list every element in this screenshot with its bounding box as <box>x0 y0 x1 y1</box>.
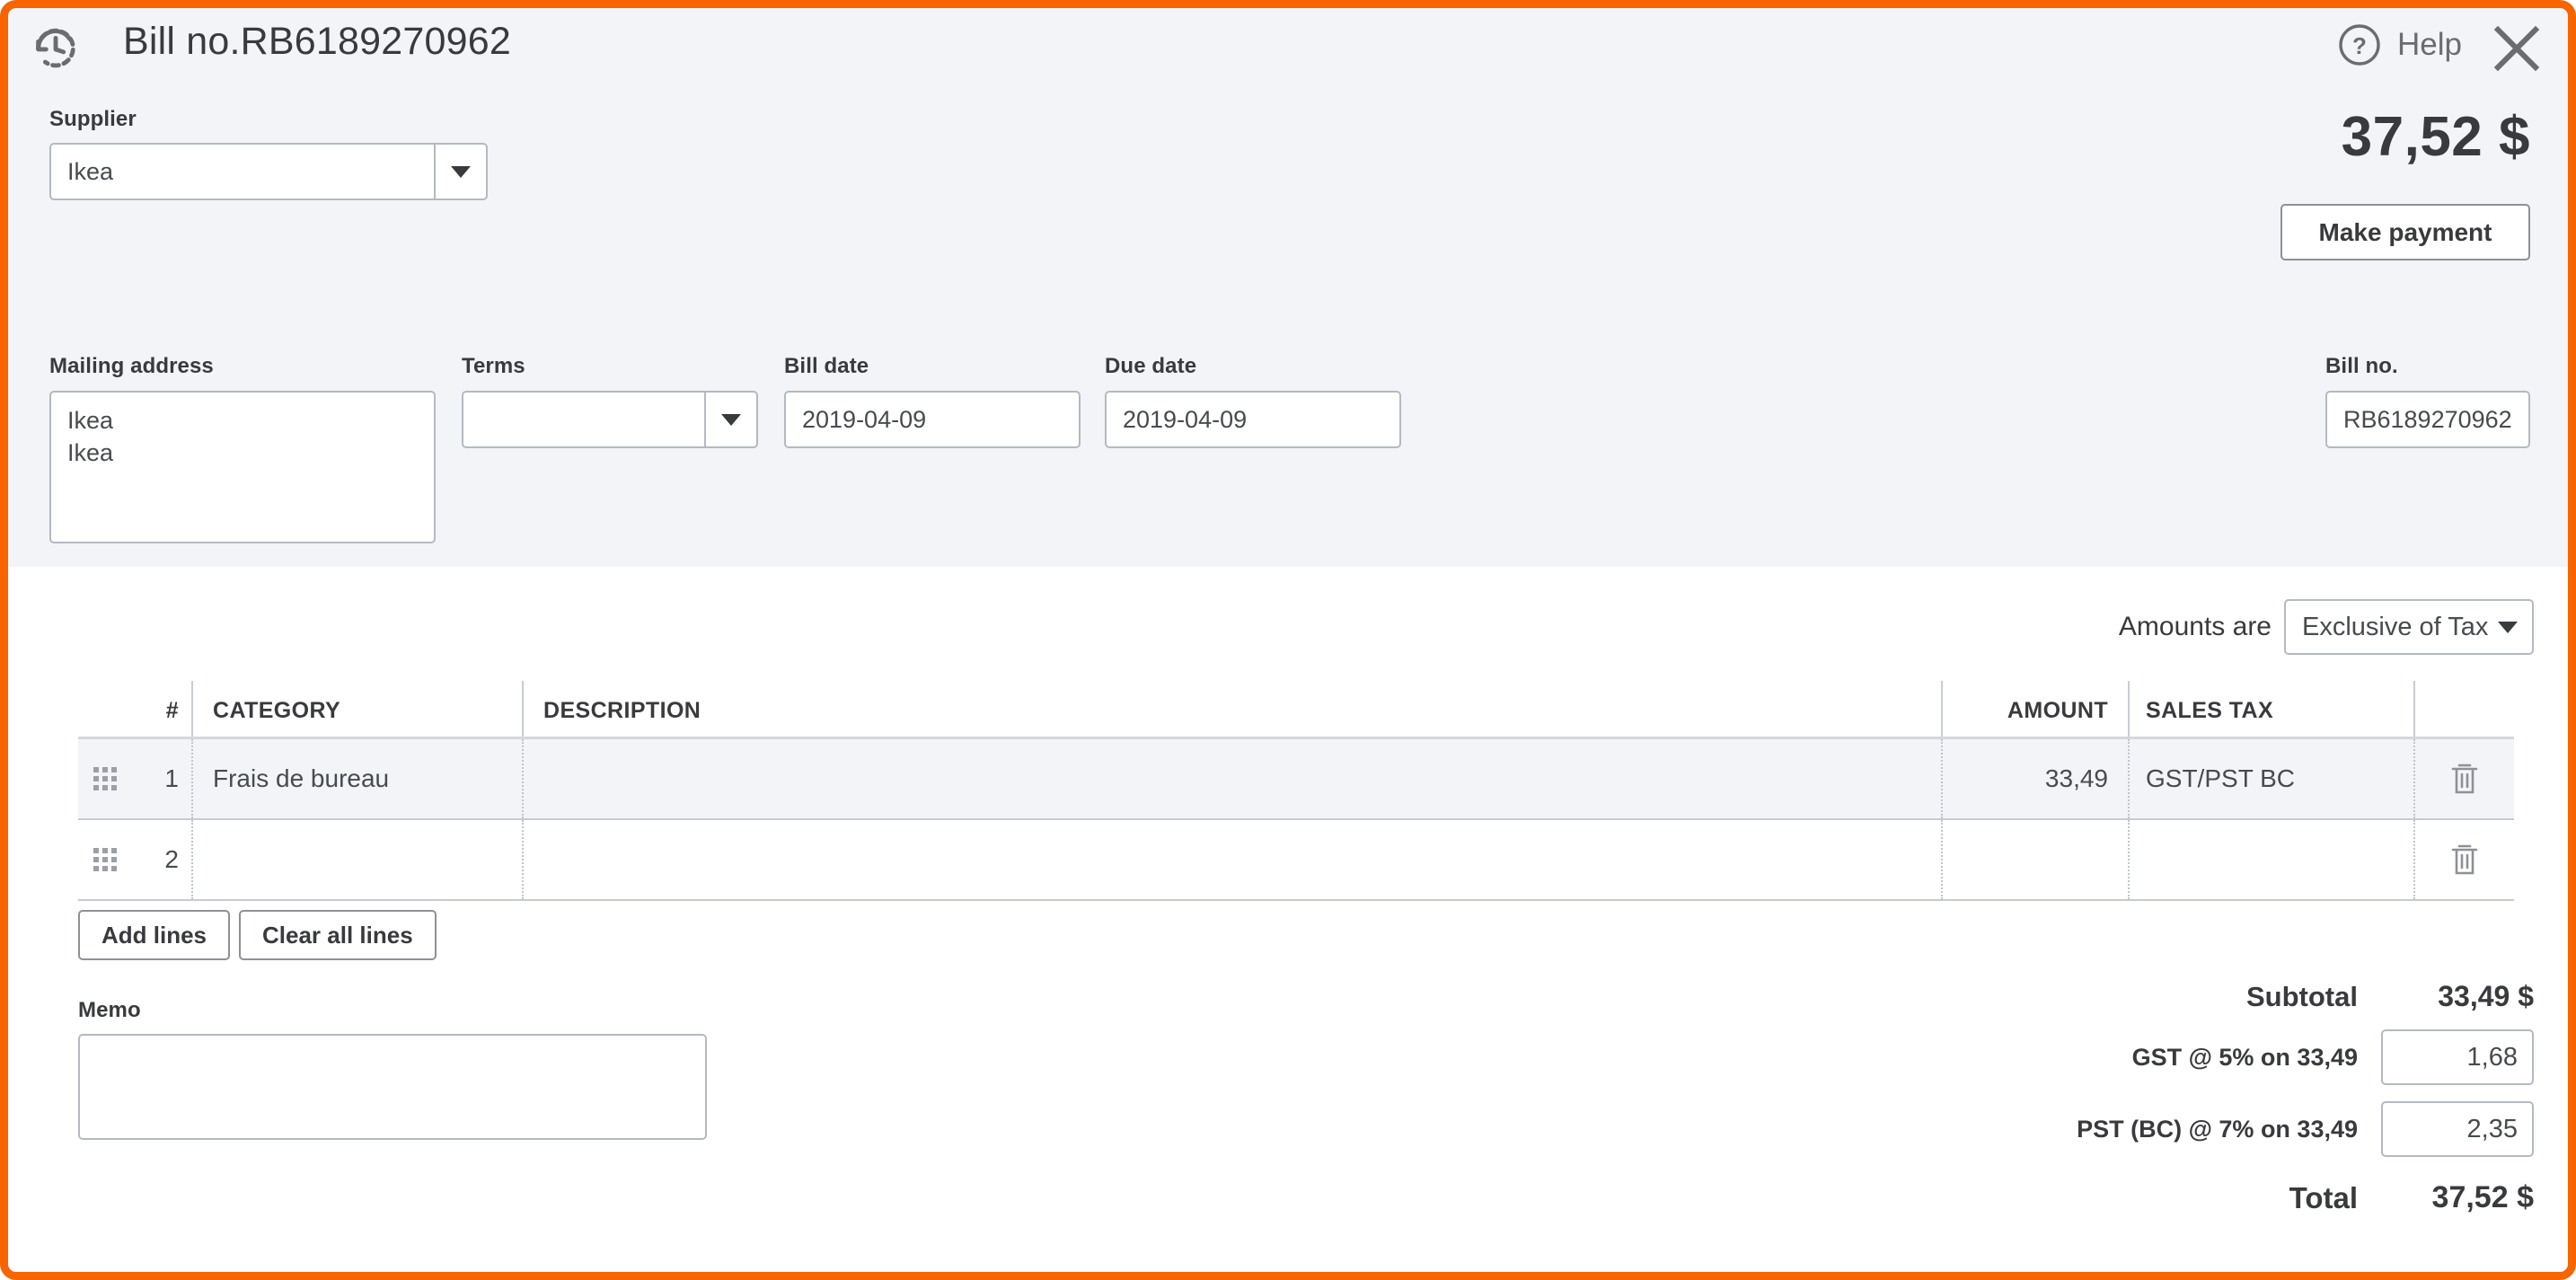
add-lines-button[interactable]: Add lines <box>78 910 231 960</box>
terms-input[interactable] <box>462 391 758 448</box>
due-date-label: Due date <box>1105 354 1197 378</box>
row-delete-button[interactable] <box>2415 762 2514 796</box>
line-actions: Add lines Clear all lines <box>78 910 437 960</box>
terms-label: Terms <box>462 354 525 378</box>
question-circle-icon: ? <box>2337 22 2382 67</box>
svg-text:?: ? <box>2352 32 2367 59</box>
drag-handle-icon[interactable] <box>78 767 132 790</box>
bill-no-input[interactable]: RB6189270962 <box>2325 391 2530 448</box>
table-row[interactable]: 1 Frais de bureau 33,49 GST/PST BC <box>78 739 2514 820</box>
total-label: Total <box>2289 1180 2358 1214</box>
row-num: 2 <box>132 820 193 899</box>
clear-all-lines-button[interactable]: Clear all lines <box>239 910 437 960</box>
gst-input[interactable]: 1,68 <box>2381 1029 2534 1085</box>
tax-mode-value: Exclusive of Tax <box>2302 612 2489 641</box>
bill-date-input[interactable]: 2019-04-09 <box>784 391 1081 448</box>
tax-mode-select[interactable]: Exclusive of Tax <box>2284 599 2534 655</box>
table-row[interactable]: 2 <box>78 820 2514 901</box>
pst-row: PST (BC) @ 7% on 33,49 2,35 <box>1851 1101 2534 1157</box>
header-num: # <box>132 681 193 737</box>
subtotal-label: Subtotal <box>2246 980 2358 1012</box>
supplier-label: Supplier <box>49 107 137 131</box>
chevron-down-icon <box>451 165 471 178</box>
subtotal-row: Subtotal 33,49 $ <box>1851 980 2534 1013</box>
total-row: Total 37,52 $ <box>1851 1180 2534 1215</box>
memo-input[interactable] <box>78 1034 707 1140</box>
balance-due-amount: 37,52 $ <box>2341 106 2530 168</box>
title-row: Bill no.RB6189270962 ? Help <box>8 8 2568 91</box>
subtotal-value: 33,49 $ <box>2438 980 2534 1012</box>
line-items-table: # CATEGORY DESCRIPTION AMOUNT SALES TAX … <box>78 681 2514 901</box>
totals-panel: Subtotal 33,49 $ GST @ 5% on 33,49 1,68 … <box>1851 980 2534 1231</box>
row-category[interactable]: Frais de bureau <box>193 739 524 818</box>
gst-label: GST @ 5% on 33,49 <box>2131 1043 2358 1071</box>
memo-label: Memo <box>78 998 141 1022</box>
trash-icon <box>2449 762 2480 796</box>
header-handle-spacer <box>78 724 132 737</box>
chevron-down-icon <box>2498 621 2518 633</box>
table-header-row: # CATEGORY DESCRIPTION AMOUNT SALES TAX <box>78 681 2514 739</box>
row-category[interactable] <box>193 820 524 899</box>
bill-no-label: Bill no. <box>2325 354 2398 378</box>
supplier-field-group: Supplier Ikea <box>49 107 488 200</box>
chevron-down-icon <box>721 413 741 426</box>
tax-mode-group: Amounts are Exclusive of Tax <box>2119 599 2534 655</box>
row-description[interactable] <box>524 739 1943 818</box>
header-delete-spacer <box>2415 724 2514 737</box>
help-button[interactable]: ? Help <box>2337 22 2462 67</box>
pst-input[interactable]: 2,35 <box>2381 1101 2534 1157</box>
row-amount[interactable] <box>1943 820 2130 899</box>
page-title: Bill no.RB6189270962 <box>123 20 511 63</box>
close-x-icon[interactable] <box>2491 22 2543 75</box>
row-amount[interactable]: 33,49 <box>1943 739 2130 818</box>
row-description[interactable] <box>524 820 1943 899</box>
row-sales-tax[interactable]: GST/PST BC <box>2130 739 2415 818</box>
terms-value[interactable] <box>463 393 704 446</box>
memo-field-group: Memo <box>78 998 707 1140</box>
trash-icon <box>2449 843 2480 877</box>
mailing-address-input[interactable]: Ikea Ikea <box>49 391 436 543</box>
row-sales-tax[interactable] <box>2130 820 2415 899</box>
bill-date-field-group: Bill date 2019-04-09 <box>784 354 1081 448</box>
history-clock-icon[interactable] <box>28 21 84 76</box>
due-date-field-group: Due date 2019-04-09 <box>1105 354 1401 448</box>
due-date-input[interactable]: 2019-04-09 <box>1105 391 1401 448</box>
terms-dropdown-button[interactable] <box>704 393 756 446</box>
bill-date-label: Bill date <box>784 354 869 378</box>
header-category: CATEGORY <box>193 681 524 737</box>
header-description: DESCRIPTION <box>524 681 1943 737</box>
header-sales-tax: SALES TAX <box>2130 681 2415 737</box>
bill-no-field-group: Bill no. RB6189270962 <box>2325 354 2530 448</box>
mailing-address-label: Mailing address <box>49 354 214 378</box>
total-value: 37,52 $ <box>2431 1180 2534 1214</box>
bill-modal: Bill no.RB6189270962 ? Help Supplier Ike… <box>0 0 2576 1280</box>
supplier-value[interactable]: Ikea <box>51 145 434 199</box>
pst-label: PST (BC) @ 7% on 33,49 <box>2077 1115 2358 1143</box>
drag-handle-icon[interactable] <box>78 848 132 871</box>
bill-header-panel: Bill no.RB6189270962 ? Help Supplier Ike… <box>8 8 2568 567</box>
help-label: Help <box>2397 27 2462 62</box>
terms-field-group: Terms <box>462 354 758 448</box>
row-delete-button[interactable] <box>2415 843 2514 877</box>
gst-row: GST @ 5% on 33,49 1,68 <box>1851 1029 2534 1085</box>
header-amount: AMOUNT <box>1943 681 2130 737</box>
row-num: 1 <box>132 739 193 818</box>
bill-body: Amounts are Exclusive of Tax # CATEGORY … <box>8 567 2568 1272</box>
make-payment-button[interactable]: Make payment <box>2280 204 2530 260</box>
tax-mode-label: Amounts are <box>2118 612 2272 641</box>
supplier-dropdown-button[interactable] <box>434 145 486 199</box>
mailing-address-field-group: Mailing address Ikea Ikea <box>49 354 436 543</box>
supplier-input[interactable]: Ikea <box>49 143 488 200</box>
